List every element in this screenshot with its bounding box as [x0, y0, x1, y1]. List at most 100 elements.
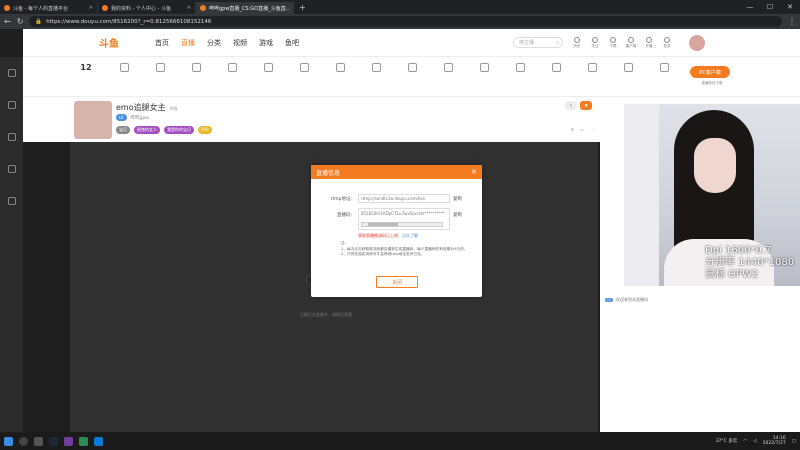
stream-key-field[interactable]: 8516200r1KDpCT1u7wxSacrets**********	[358, 208, 450, 230]
follow-room-button[interactable]: ♥	[580, 101, 592, 110]
tool-13[interactable]	[543, 63, 569, 72]
close-icon[interactable]: ✕	[187, 5, 191, 11]
site-logo[interactable]: 斗鱼	[99, 35, 145, 50]
nav-live[interactable]: 直播	[181, 38, 195, 48]
tool-2[interactable]	[147, 63, 173, 72]
wifi-icon[interactable]: ◠	[743, 439, 747, 444]
tab-title: 斗鱼 - 每个人的直播平台	[13, 5, 68, 12]
pc-client-label[interactable]: 直播伴侣下载	[690, 81, 734, 86]
tool-5[interactable]	[255, 63, 281, 72]
browser-tabbar: 斗鱼 - 每个人的直播平台 ✕ 我的资料 - 个人中心 - 斗鱼 ✕ 哔哔gpw直播…	[0, 0, 800, 14]
tool-7[interactable]	[327, 63, 353, 72]
start-live-label: 开播	[645, 43, 653, 48]
nav-home[interactable]: 首页	[155, 38, 169, 48]
sidebar-item-3[interactable]	[0, 121, 23, 153]
chrome-icon[interactable]	[34, 436, 43, 446]
more-icon[interactable]: ⋯	[590, 127, 594, 132]
close-icon[interactable]: ✕	[471, 168, 477, 176]
new-tab-button[interactable]: +	[294, 3, 311, 12]
sidebar-item-5[interactable]	[0, 185, 23, 217]
main-nav: 首页 直播 分类 视频 游戏 鱼吧	[155, 38, 299, 48]
settings-icon[interactable]: ⚙	[571, 127, 575, 132]
screen-icon[interactable]: ▭	[580, 127, 584, 132]
tool-15[interactable]	[615, 63, 641, 72]
gift-icon	[443, 63, 453, 72]
report-link[interactable]: 举报	[170, 106, 178, 111]
rtmp-label: rtmp地址：	[330, 196, 355, 202]
tool-10[interactable]	[435, 63, 461, 72]
history-label: 历史	[573, 43, 581, 48]
back-arrow-icon[interactable]: ←	[4, 17, 11, 26]
share-button[interactable]: ⇪	[565, 101, 577, 110]
nav-category[interactable]: 分类	[207, 38, 221, 48]
nav-video[interactable]: 视频	[233, 38, 247, 48]
notification-icon[interactable]: ▢	[792, 439, 796, 444]
tool-8[interactable]	[363, 63, 389, 72]
copy-key-button[interactable]: 复制	[453, 212, 462, 218]
follow-label: 关注	[591, 43, 599, 48]
obs-icon[interactable]	[79, 436, 88, 446]
star-icon	[7, 69, 16, 77]
wave-icon	[155, 63, 165, 72]
tool-3[interactable]	[183, 63, 209, 72]
windows-start-icon[interactable]	[4, 436, 13, 446]
sidebar-item-1[interactable]	[0, 57, 23, 89]
weather-text[interactable]: 37°C 多云	[716, 438, 738, 444]
edge-icon[interactable]	[94, 436, 103, 446]
user-avatar[interactable]	[689, 34, 705, 51]
search-input[interactable]: 搜主播 ⌕	[513, 37, 563, 48]
grid-icon	[7, 133, 16, 141]
badge-3[interactable]: 我是你的宝贝	[164, 126, 194, 134]
tool-14[interactable]	[579, 63, 605, 72]
learn-more-link[interactable]: 点击了解	[402, 233, 418, 239]
tool-1[interactable]	[111, 63, 137, 72]
nav-fishbar[interactable]: 鱼吧	[285, 38, 299, 48]
rtmp-field[interactable]: rtmp://sendtc3a.douyu.com/live	[358, 194, 450, 203]
sidebar-item-4[interactable]	[0, 153, 23, 185]
badge-1[interactable]: 宝贝	[116, 126, 130, 134]
download-button[interactable]: 下载	[607, 36, 619, 49]
badge-4[interactable]: 999	[198, 126, 212, 134]
maximize-icon[interactable]: ☐	[760, 3, 780, 11]
extensions-icon[interactable]: ⋮	[788, 17, 796, 26]
follow-button[interactable]: 关注	[589, 36, 601, 49]
browser-tab-2[interactable]: 我的资料 - 个人中心 - 斗鱼 ✕	[98, 2, 196, 14]
close-dialog-button[interactable]: 关闭	[376, 276, 418, 288]
tool-12[interactable]	[507, 63, 533, 72]
tool-9[interactable]	[399, 63, 425, 72]
client-button[interactable]: 客户端	[625, 36, 637, 49]
image-icon	[515, 63, 525, 72]
search-icon[interactable]	[19, 436, 28, 446]
tool-16[interactable]	[651, 63, 677, 72]
tool-4[interactable]	[219, 63, 245, 72]
browser-tab-3[interactable]: 哔哔gpw直播_CS:GO直播_斗鱼直...✕	[196, 2, 294, 14]
sidebar-item-2[interactable]	[0, 89, 23, 121]
paint-icon	[479, 63, 489, 72]
stream-key-scrollbar[interactable]	[361, 222, 443, 227]
stream-key-text: 8516200r1KDpCT1u7wxSacrets**********	[361, 211, 445, 216]
browser-tab-1[interactable]: 斗鱼 - 每个人的直播平台 ✕	[0, 2, 98, 14]
volume-icon[interactable]: ◁	[753, 439, 756, 444]
minimize-icon[interactable]: —	[740, 3, 760, 11]
pc-client-button[interactable]: PC客户端	[690, 66, 730, 78]
anchor-name[interactable]: 哔哔gpw	[131, 115, 149, 121]
tool-6[interactable]	[291, 63, 317, 72]
windows-taskbar: 37°C 多云 ◠ ◁ 14:16 2022/7/27 ▢	[0, 432, 800, 450]
search-icon[interactable]: ⌕	[556, 40, 559, 46]
room-title: emo追腿女主 举报	[116, 102, 178, 113]
clock[interactable]: 14:16 2022/7/27	[763, 436, 786, 446]
steam-icon[interactable]	[49, 436, 58, 446]
url-field[interactable]: 🔒 https://www.douyu.com/8516200?_r=0.812…	[29, 16, 782, 27]
badge-2[interactable]: 摇曳的女人	[134, 126, 160, 134]
start-live-button[interactable]: 开播	[643, 36, 655, 49]
close-window-icon[interactable]: ✕	[780, 3, 800, 11]
nav-game[interactable]: 游戏	[259, 38, 273, 48]
copy-rtmp-button[interactable]: 复制	[453, 196, 462, 202]
reload-icon[interactable]: ↻	[17, 17, 24, 26]
anchor-avatar[interactable]	[74, 101, 112, 139]
task-button[interactable]: 任务	[661, 36, 673, 49]
history-button[interactable]: 历史	[571, 36, 583, 49]
app-icon[interactable]	[64, 436, 73, 446]
tool-11[interactable]	[471, 63, 497, 72]
close-icon[interactable]: ✕	[89, 5, 93, 11]
